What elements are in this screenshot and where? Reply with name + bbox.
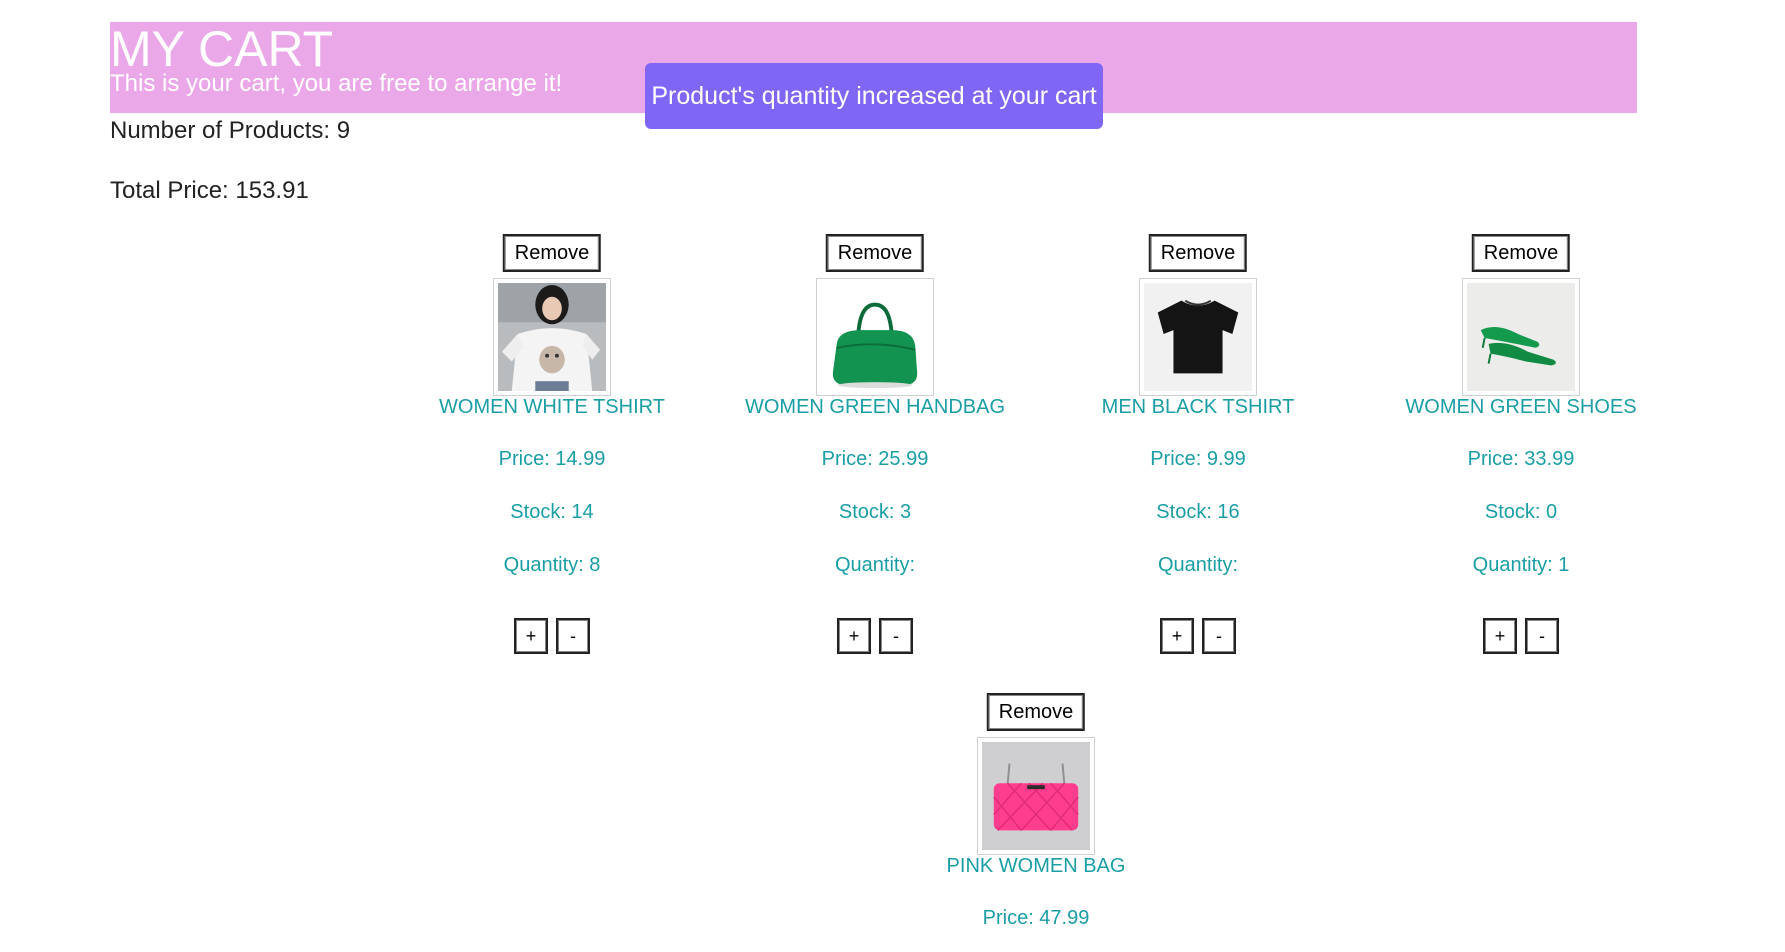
product-stock: Stock: 0 <box>1484 501 1558 523</box>
quantity-controls: + - <box>837 618 913 654</box>
remove-button[interactable]: Remove <box>1471 234 1571 272</box>
product-stock: Stock: 14 <box>510 501 594 523</box>
increase-quantity-button[interactable]: + <box>837 618 871 654</box>
decrease-quantity-button[interactable]: - <box>1202 618 1236 654</box>
product-price: Price: 25.99 <box>821 448 929 470</box>
white-tshirt-image <box>498 283 606 391</box>
remove-button[interactable]: Remove <box>502 234 602 272</box>
products-count: Number of Products: 9 <box>110 117 351 144</box>
remove-button[interactable]: Remove <box>986 693 1086 731</box>
increase-quantity-button[interactable]: + <box>514 618 548 654</box>
remove-button[interactable]: Remove <box>1148 234 1248 272</box>
product-name: WOMEN GREEN SHOES <box>1405 396 1637 418</box>
page-title: MY CART <box>110 21 334 77</box>
pink-bag-image <box>982 742 1090 850</box>
product-name: WOMEN GREEN HANDBAG <box>744 396 1006 418</box>
product-name: PINK WOMEN BAG <box>946 855 1126 877</box>
quantity-controls: + - <box>1483 618 1559 654</box>
product-price: Price: 9.99 <box>1150 448 1246 470</box>
decrease-quantity-button[interactable]: - <box>879 618 913 654</box>
product-price: Price: 33.99 <box>1467 448 1575 470</box>
product-quantity: Quantity: 8 <box>503 554 601 576</box>
product-image-green-shoes[interactable] <box>1462 278 1580 396</box>
product-image-black-tshirt[interactable] <box>1139 278 1257 396</box>
product-price: Price: 14.99 <box>498 448 606 470</box>
green-shoes-image <box>1467 283 1575 391</box>
product-stock: Stock: 16 <box>1156 501 1240 523</box>
green-handbag-image <box>821 283 929 391</box>
product-name: MEN BLACK TSHIRT <box>1101 396 1295 418</box>
quantity-controls: + - <box>514 618 590 654</box>
product-quantity: Quantity: <box>834 554 916 576</box>
total-price: Total Price: 153.91 <box>110 177 309 204</box>
remove-button[interactable]: Remove <box>825 234 925 272</box>
page-subtitle: This is your cart, you are free to arran… <box>110 70 563 97</box>
increase-quantity-button[interactable]: + <box>1483 618 1517 654</box>
decrease-quantity-button[interactable]: - <box>556 618 590 654</box>
product-image-pink-bag[interactable] <box>977 737 1095 855</box>
product-image-white-tshirt[interactable] <box>493 278 611 396</box>
quantity-controls: + - <box>1160 618 1236 654</box>
product-quantity: Quantity: 1 <box>1472 554 1570 576</box>
increase-quantity-button[interactable]: + <box>1160 618 1194 654</box>
product-name: WOMEN WHITE TSHIRT <box>439 396 665 418</box>
black-tshirt-image <box>1144 283 1252 391</box>
product-quantity: Quantity: <box>1157 554 1239 576</box>
decrease-quantity-button[interactable]: - <box>1525 618 1559 654</box>
product-stock: Stock: 3 <box>838 501 912 523</box>
product-price: Price: 47.99 <box>982 907 1090 929</box>
notification-toast: Product's quantity increased at your car… <box>645 63 1103 129</box>
product-image-green-handbag[interactable] <box>816 278 934 396</box>
